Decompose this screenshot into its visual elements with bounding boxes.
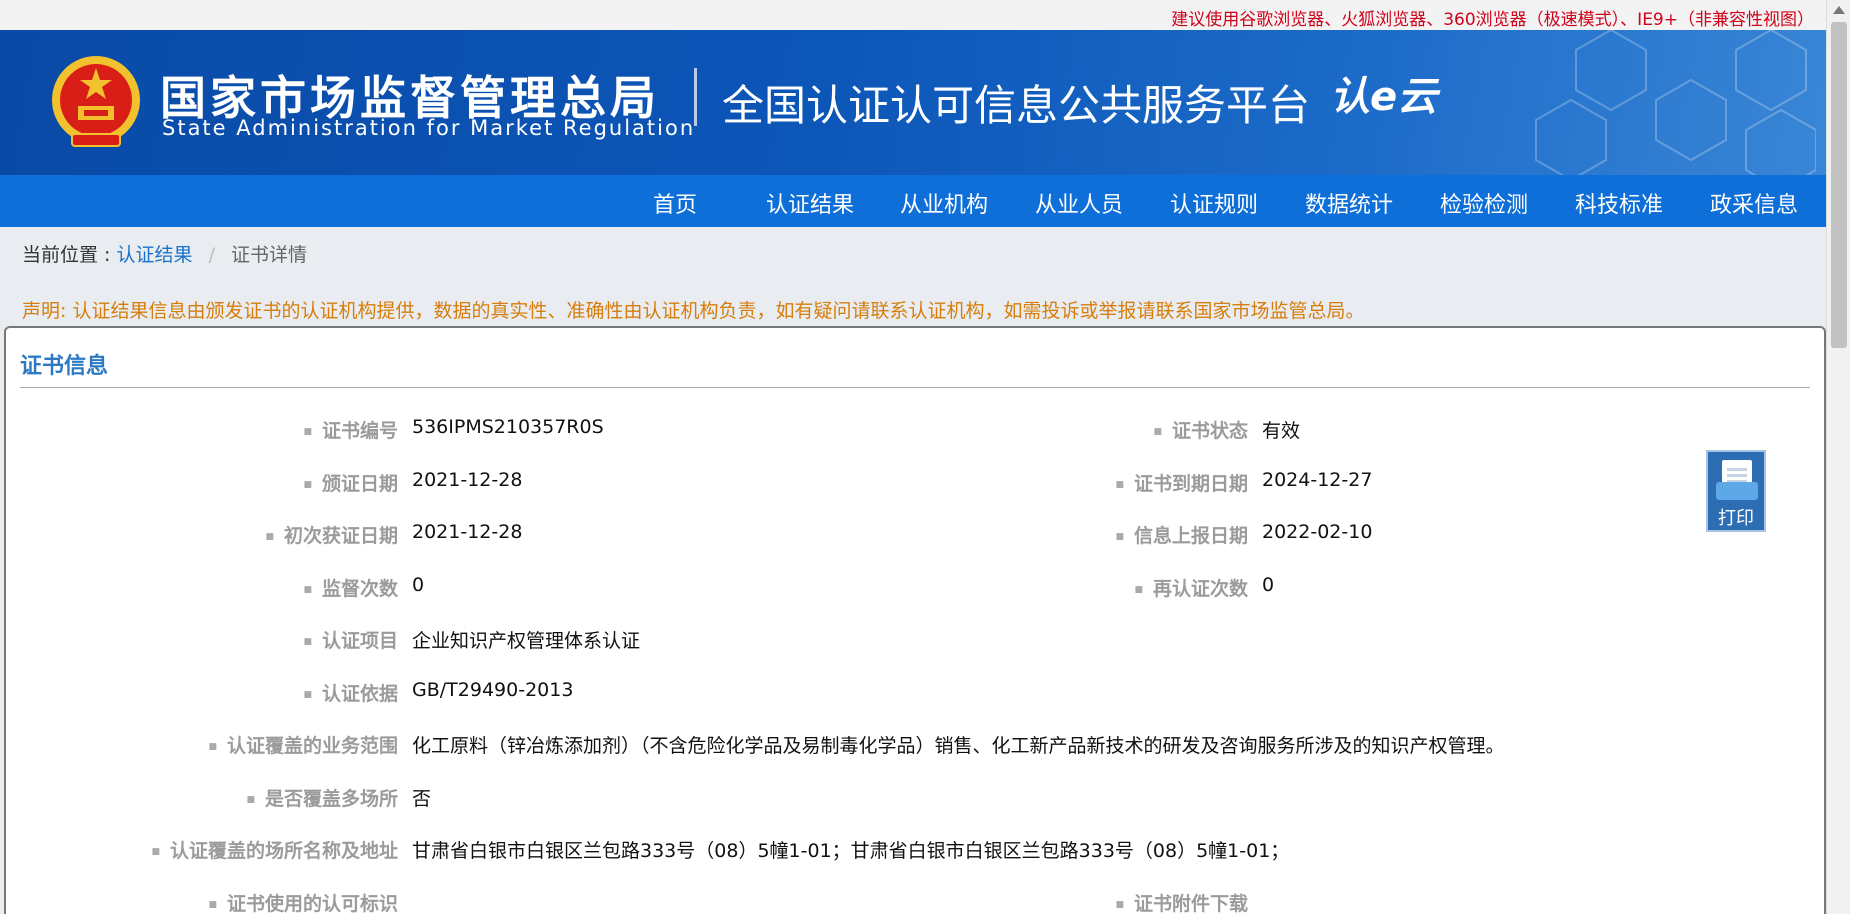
- value-multi-site: 否: [412, 788, 432, 810]
- platform-logo: 认e云: [1330, 74, 1438, 120]
- breadcrumb-separator: /: [208, 244, 215, 266]
- nav-item-procurement[interactable]: 政采信息: [1710, 187, 1798, 219]
- panel-divider: [20, 387, 1810, 388]
- label-recert-count: 再认证次数: [1134, 574, 1248, 601]
- breadcrumb: 当前位置 : 认证结果 / 证书详情: [22, 240, 307, 267]
- print-button[interactable]: 打印: [1706, 450, 1766, 532]
- label-report-date: 信息上报日期: [1115, 521, 1248, 548]
- nav-item-personnel[interactable]: 从业人员: [1035, 187, 1123, 219]
- nav-item-inspection[interactable]: 检验检测: [1440, 187, 1528, 219]
- label-basis: 认证依据: [303, 679, 398, 706]
- label-attachment: 证书附件下载: [1115, 889, 1248, 914]
- value-sites: 甘肃省白银市白银区兰包路333号（08）5幢1-01；甘肃省白银市白银区兰包路3…: [412, 840, 1290, 862]
- value-basis: GB/T29490-2013: [412, 679, 574, 701]
- panel-title: 证书信息: [20, 354, 109, 379]
- nav-item-cert-results[interactable]: 认证结果: [766, 187, 854, 219]
- scroll-up-icon[interactable]: [1833, 6, 1845, 14]
- label-multi-site: 是否覆盖多场所: [246, 784, 398, 811]
- org-name-en: State Administration for Market Regulati…: [162, 116, 696, 140]
- nav-item-statistics[interactable]: 数据统计: [1305, 187, 1393, 219]
- printer-tray-icon: [1716, 482, 1758, 500]
- label-sites: 认证覆盖的场所名称及地址: [151, 836, 398, 863]
- header-divider: [694, 68, 697, 126]
- site-header: 国家市场监督管理总局 State Administration for Mark…: [0, 30, 1826, 175]
- main-nav: 首页 认证结果 从业机构 从业人员 认证规则 数据统计 检验检测 科技标准 政采…: [0, 175, 1826, 227]
- certificate-info-panel: 证书信息 证书编号 536IPMS210357R0S 证书状态 有效 颁证日期 …: [4, 326, 1826, 914]
- nav-item-rules[interactable]: 认证规则: [1170, 187, 1258, 219]
- platform-title: 全国认证认可信息公共服务平台: [722, 81, 1311, 130]
- value-cert-status: 有效: [1262, 420, 1301, 442]
- value-report-date: 2022-02-10: [1262, 521, 1373, 543]
- national-emblem-icon: [52, 56, 140, 147]
- label-project: 认证项目: [303, 626, 398, 653]
- breadcrumb-link-cert-results[interactable]: 认证结果: [117, 244, 193, 266]
- print-button-label: 打印: [1718, 508, 1754, 529]
- browser-notice: 建议使用谷歌浏览器、火狐浏览器、360浏览器（极速模式）、IE9+（非兼容性视图…: [1171, 10, 1814, 30]
- value-expiry-date: 2024-12-27: [1262, 469, 1373, 491]
- nav-item-home[interactable]: 首页: [653, 187, 697, 219]
- value-project: 企业知识产权管理体系认证: [412, 630, 641, 652]
- nav-item-standards[interactable]: 科技标准: [1575, 187, 1663, 219]
- scrollbar-thumb[interactable]: [1831, 22, 1847, 348]
- page-scrollbar[interactable]: [1826, 0, 1850, 914]
- hexagon-decoration-icon: [1535, 30, 1816, 175]
- value-recert-count: 0: [1262, 574, 1275, 596]
- nav-item-institutions[interactable]: 从业机构: [900, 187, 988, 219]
- browser-notice-bar: 建议使用谷歌浏览器、火狐浏览器、360浏览器（极速模式）、IE9+（非兼容性视图…: [0, 0, 1826, 30]
- breadcrumb-current: 证书详情: [231, 244, 308, 266]
- label-cert-status: 证书状态: [1153, 416, 1248, 443]
- breadcrumb-prefix: 当前位置 :: [22, 244, 111, 266]
- value-scope: 化工原料（锌冶炼添加剂）（不含危险化学品及易制毒化学品）销售、化工新产品新技术的…: [412, 735, 1505, 757]
- disclaimer-statement: 声明: 认证结果信息由颁发证书的认证机构提供，数据的真实性、准确性由认证机构负责…: [22, 300, 1365, 322]
- label-expiry-date: 证书到期日期: [1115, 469, 1248, 496]
- label-scope: 认证覆盖的业务范围: [208, 731, 398, 758]
